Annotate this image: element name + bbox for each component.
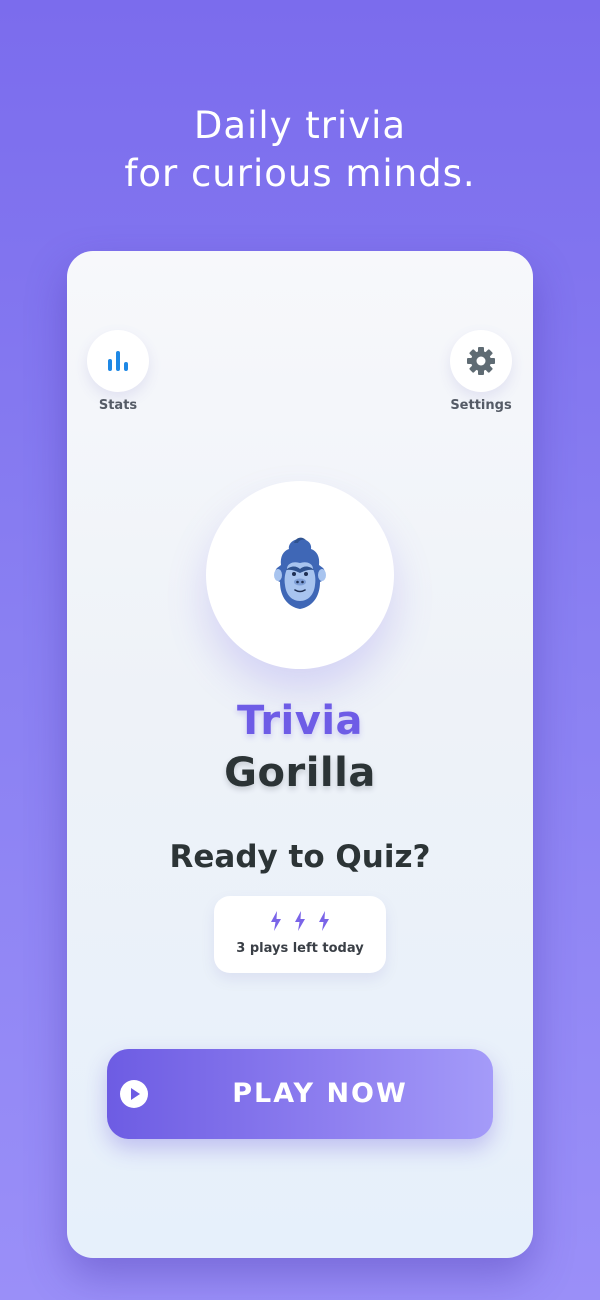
app-screen-card: Stats Settings Trivia Gorilla Ready to Q… bbox=[67, 251, 533, 1258]
app-title-line-2: Gorilla bbox=[224, 750, 376, 796]
lightning-bolt-icon bbox=[271, 911, 281, 931]
gear-icon bbox=[467, 347, 495, 375]
play-now-button[interactable]: PLAY NOW bbox=[107, 1049, 493, 1139]
plays-left-badge: 3 plays left today bbox=[214, 896, 386, 973]
lightning-bolt-icon bbox=[319, 911, 329, 931]
app-title-line-1: Trivia bbox=[236, 698, 364, 744]
gorilla-icon bbox=[274, 537, 326, 609]
settings-label: Settings bbox=[450, 398, 512, 413]
lightning-bolt-icon bbox=[295, 911, 305, 931]
stats-button[interactable] bbox=[87, 330, 149, 392]
bar-chart-icon bbox=[108, 351, 128, 371]
plays-left-text: 3 plays left today bbox=[236, 941, 364, 956]
play-now-label: PLAY NOW bbox=[232, 1078, 408, 1109]
lightning-bolts bbox=[214, 911, 386, 931]
tagline-line-2: for curious minds. bbox=[124, 152, 476, 195]
ready-heading: Ready to Quiz? bbox=[169, 839, 431, 875]
stats-label: Stats bbox=[98, 398, 138, 413]
tagline: Daily trivia for curious minds. bbox=[0, 102, 600, 198]
logo-avatar bbox=[206, 481, 394, 669]
play-icon bbox=[120, 1080, 148, 1108]
tagline-line-1: Daily trivia bbox=[193, 104, 407, 147]
settings-button[interactable] bbox=[450, 330, 512, 392]
